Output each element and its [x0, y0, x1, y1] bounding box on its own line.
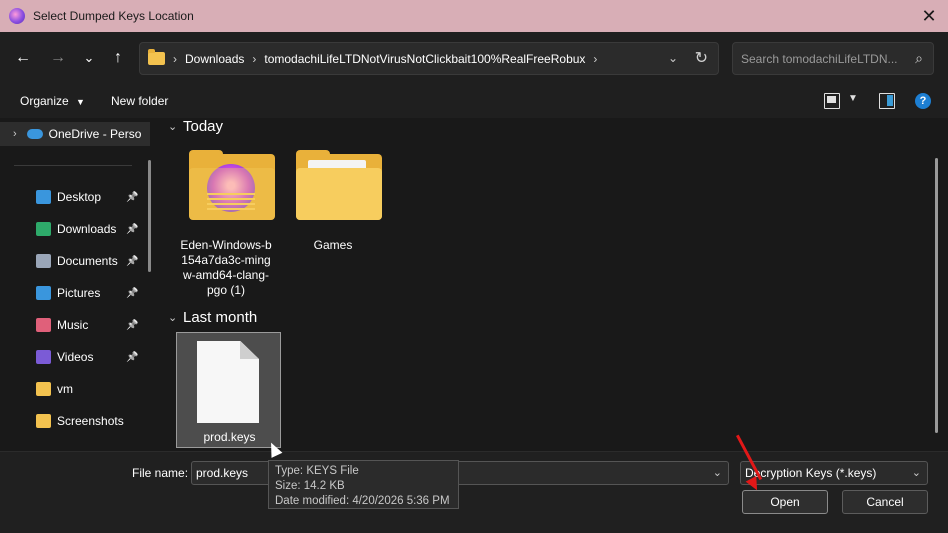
file-type-value: Decryption Keys (*.keys)	[745, 466, 877, 480]
view-chevron-down-icon[interactable]: ▼	[848, 93, 858, 104]
chevron-down-icon: ▼	[76, 97, 85, 107]
folder-label: Eden-Windows-b 154a7da3c-ming w-amd64-cl…	[180, 238, 272, 297]
address-bar[interactable]: › Downloads › tomodachiLifeLTDNotVirusNo…	[139, 42, 719, 75]
sidebar-item-label: Documents	[57, 254, 118, 268]
group-title: Today	[183, 118, 224, 135]
search-input[interactable]: Search tomodachiLifeLTDN... ⌕	[732, 42, 934, 75]
search-icon: ⌕	[915, 50, 923, 66]
forward-arrow-icon: →	[50, 49, 66, 66]
pin-icon[interactable]: 📌	[126, 320, 138, 331]
view-mode-icon[interactable]	[824, 93, 840, 109]
folder-icon	[296, 150, 382, 222]
forward-button[interactable]: →	[46, 46, 70, 70]
sidebar-item-label: Downloads	[57, 222, 117, 236]
pin-icon[interactable]: 📌	[126, 288, 138, 299]
file-item-prod-keys[interactable]: prod.keys	[176, 332, 281, 448]
sidebar-item-screenshots[interactable]: Screenshots	[0, 409, 150, 433]
sidebar-item-desktop[interactable]: Desktop 📌	[0, 185, 150, 209]
sidebar-item-music[interactable]: Music 📌	[0, 313, 150, 337]
sidebar-item-label: Videos	[57, 350, 94, 364]
sidebar-item-label: OneDrive - Perso	[48, 127, 142, 141]
back-button[interactable]: ←	[11, 46, 35, 70]
file-list-pane: ⌄ Today Eden-Windows-b 154a7da3c-ming w-…	[160, 118, 948, 451]
sidebar-item-label: Desktop	[57, 190, 102, 204]
group-header-last-month[interactable]: ⌄ Last month	[168, 309, 257, 326]
recent-locations-button[interactable]: ⌄	[77, 46, 101, 70]
breadcrumb-downloads[interactable]: Downloads	[185, 52, 244, 66]
back-arrow-icon: ←	[15, 49, 31, 66]
help-icon[interactable]: ?	[915, 93, 931, 109]
chevron-down-icon: ⌄	[83, 50, 95, 65]
breadcrumb-separator-icon: ›	[173, 51, 177, 66]
close-icon: ✕	[921, 5, 937, 26]
sidebar-item-label: Pictures	[57, 286, 101, 300]
collapse-chevron-icon: ⌄	[168, 312, 178, 324]
file-info-tooltip: Type: KEYS File Size: 14.2 KB Date modif…	[268, 460, 459, 509]
dialog-footer: File name: prod.keys ⌄ Decryption Keys (…	[0, 451, 948, 533]
chevron-down-icon[interactable]: ⌄	[713, 466, 722, 479]
sidebar-item-label: vm	[57, 382, 73, 396]
organize-button[interactable]: Organize ▼	[20, 94, 85, 108]
folder-icon	[36, 414, 51, 428]
pictures-icon	[36, 286, 51, 300]
videos-icon	[36, 350, 51, 364]
file-name-label: File name:	[132, 466, 189, 480]
refresh-icon[interactable]: ↻	[695, 48, 708, 68]
title-bar: Select Dumped Keys Location ✕	[0, 0, 948, 32]
file-label: prod.keys	[203, 430, 256, 444]
tooltip-size: Size: 14.2 KB	[275, 480, 345, 492]
sidebar-item-onedrive[interactable]: › OneDrive - Perso	[0, 122, 150, 146]
pin-icon[interactable]: 📌	[126, 256, 138, 267]
open-button[interactable]: Open	[742, 490, 828, 514]
content-scrollbar[interactable]	[935, 158, 938, 433]
chevron-down-icon: ⌄	[911, 467, 921, 479]
sidebar-item-pictures[interactable]: Pictures 📌	[0, 281, 150, 305]
pin-icon[interactable]: 📌	[126, 352, 138, 363]
collapse-chevron-icon: ⌄	[168, 121, 178, 133]
download-icon	[36, 222, 51, 236]
breadcrumb-separator-icon: ›	[593, 51, 598, 66]
navigation-bar: ← → ⌄ ↑ › Downloads › tomodachiLifeLTDNo…	[0, 32, 948, 84]
organize-label: Organize	[20, 94, 69, 108]
up-button[interactable]: ↑	[106, 46, 130, 70]
pin-icon[interactable]: 📌	[126, 192, 138, 203]
sidebar-item-downloads[interactable]: Downloads 📌	[0, 217, 150, 241]
up-arrow-icon: ↑	[114, 49, 122, 66]
folder-label: Games	[313, 238, 353, 252]
folder-icon	[148, 49, 165, 65]
tooltip-type: Type: KEYS File	[275, 465, 359, 477]
sidebar-item-vm[interactable]: vm	[0, 377, 150, 401]
navigation-pane: › OneDrive - Perso Desktop 📌 Downloads 📌 Doc…	[0, 118, 160, 451]
breadcrumb-current-folder[interactable]: tomodachiLifeLTDNotVirusNotClickbait100%…	[264, 52, 585, 66]
document-icon	[36, 254, 51, 268]
breadcrumb-separator-icon: ›	[252, 51, 257, 66]
sidebar-item-documents[interactable]: Documents 📌	[0, 249, 150, 273]
preview-pane-icon[interactable]	[879, 93, 895, 109]
music-icon	[36, 318, 51, 332]
sidebar-divider	[14, 165, 132, 166]
pin-icon[interactable]: 📌	[126, 224, 138, 235]
address-history-chevron-icon[interactable]: ⌄	[668, 51, 678, 65]
folder-icon	[189, 150, 275, 222]
new-folder-button[interactable]: New folder	[111, 94, 168, 108]
sidebar-item-videos[interactable]: Videos 📌	[0, 345, 150, 369]
sidebar-item-label: Music	[57, 318, 89, 332]
folder-icon	[36, 382, 51, 396]
tooltip-date: Date modified: 4/20/2026 5:36 PM	[275, 495, 450, 507]
onedrive-cloud-icon	[26, 129, 43, 139]
command-bar: Organize ▼ New folder ▼ ?	[0, 84, 948, 118]
file-type-select[interactable]: Decryption Keys (*.keys) ⌄	[740, 461, 928, 485]
search-placeholder: Search tomodachiLifeLTDN...	[741, 51, 898, 66]
cancel-button[interactable]: Cancel	[842, 490, 928, 514]
group-title: Last month	[183, 309, 258, 326]
group-header-today[interactable]: ⌄ Today	[168, 118, 223, 135]
desktop-icon	[36, 190, 51, 204]
window-title: Select Dumped Keys Location	[33, 9, 194, 23]
sidebar-item-label: Screenshots	[57, 414, 124, 428]
close-button[interactable]: ✕	[916, 3, 942, 29]
file-name-value: prod.keys	[196, 466, 249, 480]
expand-chevron-icon[interactable]: ›	[13, 128, 17, 140]
app-icon	[9, 8, 25, 24]
